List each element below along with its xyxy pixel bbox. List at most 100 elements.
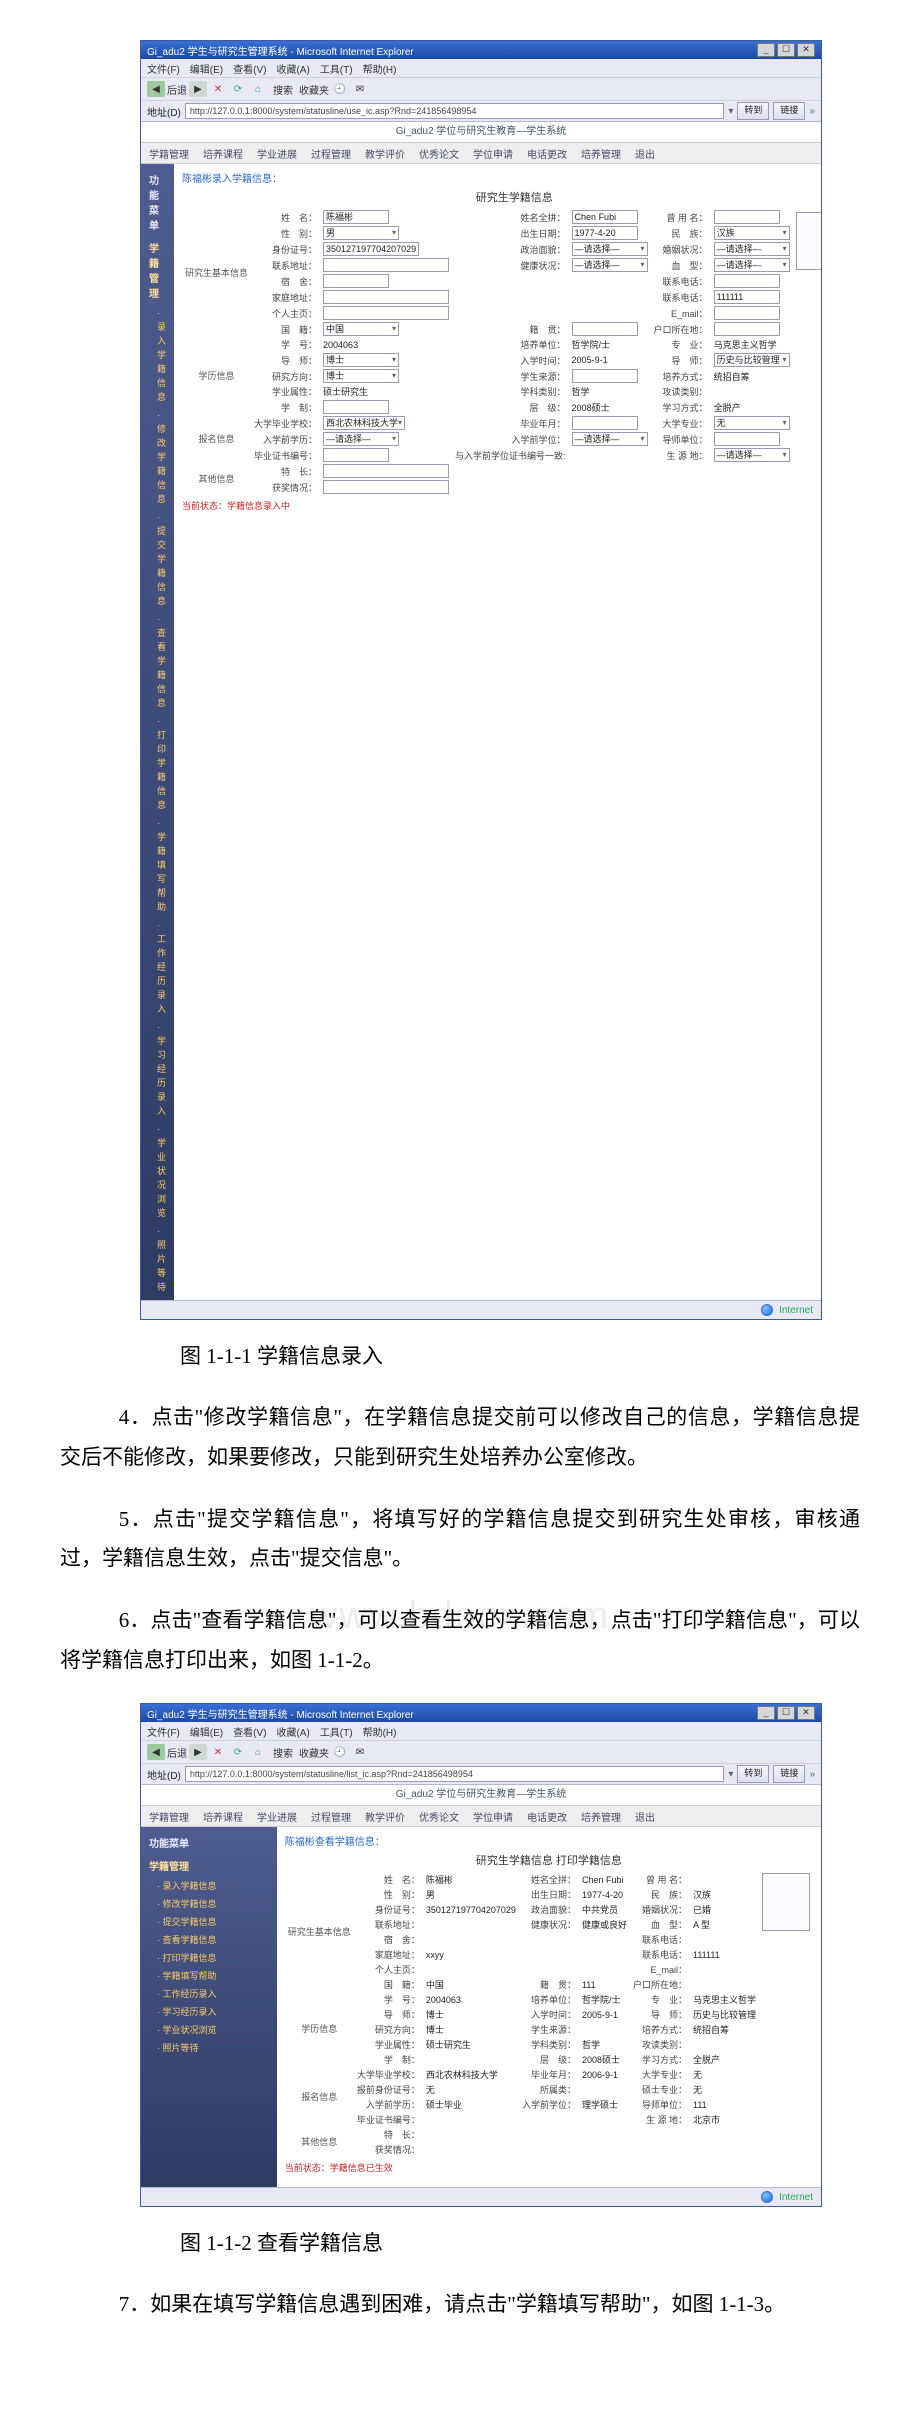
close-icon[interactable]: ✕ (797, 43, 815, 57)
menu-item[interactable]: 查看(V) (233, 61, 266, 76)
sidebar-item[interactable]: · 学业状况浏览 (141, 1120, 174, 1222)
nav-tab[interactable]: 优秀论文 (419, 1809, 459, 1824)
nav-tab[interactable]: 电话更改 (527, 146, 567, 161)
field-input[interactable]: 陈福彬 (323, 210, 389, 224)
field-select[interactable]: —请选择— (323, 432, 399, 446)
dropdown-icon[interactable]: ▾ (728, 1769, 733, 1780)
field-input[interactable] (323, 400, 389, 414)
nav-tab[interactable]: 学籍管理 (149, 146, 189, 161)
sidebar-item[interactable]: · 修改学籍信息 (141, 1895, 277, 1913)
forward-icon[interactable]: ▶ (189, 81, 207, 97)
search-label[interactable]: 搜索 (273, 82, 293, 97)
field-input[interactable] (323, 258, 449, 272)
field-select[interactable]: 西北农林科技大学 (323, 416, 405, 430)
sidebar-item[interactable]: · 打印学籍信息 (141, 712, 174, 814)
field-select[interactable]: —请选择— (714, 242, 790, 256)
nav-tab[interactable]: 学位申请 (473, 146, 513, 161)
field-select[interactable]: 男 (323, 226, 399, 240)
dropdown-icon[interactable]: ▾ (728, 106, 733, 117)
field-input[interactable] (714, 322, 780, 336)
sidebar-item[interactable]: · 提交学籍信息 (141, 508, 174, 610)
nav-tab[interactable]: 退出 (635, 146, 655, 161)
menu-item[interactable]: 文件(F) (147, 61, 180, 76)
mail-icon[interactable]: ✉ (351, 81, 369, 97)
sidebar-item[interactable]: · 工作经历录入 (141, 1985, 277, 2003)
field-select[interactable]: —请选择— (714, 258, 790, 272)
go-button[interactable]: 转到 (737, 1765, 769, 1783)
nav-tab[interactable]: 学位申请 (473, 1809, 513, 1824)
favorites-label[interactable]: 收藏夹 (299, 1745, 329, 1760)
close-icon[interactable]: ✕ (797, 1706, 815, 1720)
back-icon[interactable]: ◀ (147, 1744, 165, 1760)
field-input[interactable] (323, 464, 449, 478)
nav-tab[interactable]: 学业进展 (257, 1809, 297, 1824)
minimize-icon[interactable]: _ (757, 1706, 775, 1720)
history-icon[interactable]: 🕘 (331, 1744, 349, 1760)
field-input[interactable]: 350127197704207029 (323, 242, 419, 256)
nav-tab[interactable]: 学籍管理 (149, 1809, 189, 1824)
field-select[interactable]: 汉族 (714, 226, 790, 240)
field-input[interactable] (572, 416, 638, 430)
forward-icon[interactable]: ▶ (189, 1744, 207, 1760)
field-input[interactable] (714, 274, 780, 288)
refresh-icon[interactable]: ⟳ (229, 1744, 247, 1760)
field-input[interactable] (323, 306, 449, 320)
sidebar-item[interactable]: · 学籍填写帮助 (141, 814, 174, 916)
sidebar-item[interactable]: · 查看学籍信息 (141, 1931, 277, 1949)
field-input[interactable] (572, 322, 638, 336)
field-select[interactable]: 博士 (323, 353, 399, 367)
field-select[interactable]: 博士 (323, 369, 399, 383)
favorites-label[interactable]: 收藏夹 (299, 82, 329, 97)
nav-tab[interactable]: 学业进展 (257, 146, 297, 161)
address-input[interactable]: http://127.0.0.1:8000/system/statusline/… (185, 1766, 724, 1782)
field-input[interactable] (714, 210, 780, 224)
field-input[interactable] (572, 369, 638, 383)
field-input[interactable]: 111111 (714, 290, 780, 304)
links-button[interactable]: 链接 (773, 1765, 805, 1783)
history-icon[interactable]: 🕘 (331, 81, 349, 97)
sidebar-item[interactable]: · 录入学籍信息 (141, 1877, 277, 1895)
sidebar-item[interactable]: · 学习经历录入 (141, 2003, 277, 2021)
nav-tab[interactable]: 培养课程 (203, 1809, 243, 1824)
field-select[interactable]: 历史与比较管理 (714, 353, 790, 367)
search-label[interactable]: 搜索 (273, 1745, 293, 1760)
field-input[interactable] (323, 480, 449, 494)
nav-tab[interactable]: 培养管理 (581, 146, 621, 161)
nav-tab[interactable]: 优秀论文 (419, 146, 459, 161)
go-button[interactable]: 转到 (737, 102, 769, 120)
field-input[interactable] (323, 448, 389, 462)
menu-item[interactable]: 编辑(E) (190, 1724, 223, 1739)
nav-tab[interactable]: 教学评价 (365, 1809, 405, 1824)
refresh-icon[interactable]: ⟳ (229, 81, 247, 97)
field-select[interactable]: —请选择— (572, 432, 648, 446)
stop-icon[interactable]: ✕ (209, 1744, 227, 1760)
address-input[interactable]: http://127.0.0.1:8000/system/statusline/… (185, 103, 724, 119)
menu-item[interactable]: 文件(F) (147, 1724, 180, 1739)
menu-item[interactable]: 工具(T) (320, 1724, 353, 1739)
maximize-icon[interactable]: ☐ (777, 1706, 795, 1720)
back-label[interactable]: 后退 (167, 1745, 187, 1760)
sidebar-item[interactable]: · 打印学籍信息 (141, 1949, 277, 1967)
sidebar-item[interactable]: · 工作经历录入 (141, 916, 174, 1018)
menu-item[interactable]: 收藏(A) (276, 1724, 309, 1739)
home-icon[interactable]: ⌂ (249, 81, 267, 97)
menu-item[interactable]: 查看(V) (233, 1724, 266, 1739)
menu-item[interactable]: 编辑(E) (190, 61, 223, 76)
menu-item[interactable]: 收藏(A) (276, 61, 309, 76)
nav-tab[interactable]: 过程管理 (311, 146, 351, 161)
sidebar-item[interactable]: · 录入学籍信息 (141, 304, 174, 406)
home-icon[interactable]: ⌂ (249, 1744, 267, 1760)
field-input[interactable] (323, 274, 389, 288)
maximize-icon[interactable]: ☐ (777, 43, 795, 57)
menu-item[interactable]: 帮助(H) (363, 1724, 397, 1739)
nav-tab[interactable]: 教学评价 (365, 146, 405, 161)
stop-icon[interactable]: ✕ (209, 81, 227, 97)
sidebar-item[interactable]: · 照片等待 (141, 1222, 174, 1296)
nav-tab[interactable]: 培养管理 (581, 1809, 621, 1824)
sidebar-item[interactable]: · 学籍填写帮助 (141, 1967, 277, 1985)
field-input[interactable] (714, 432, 780, 446)
field-input[interactable] (714, 306, 780, 320)
links-button[interactable]: 链接 (773, 102, 805, 120)
minimize-icon[interactable]: _ (757, 43, 775, 57)
back-icon[interactable]: ◀ (147, 81, 165, 97)
